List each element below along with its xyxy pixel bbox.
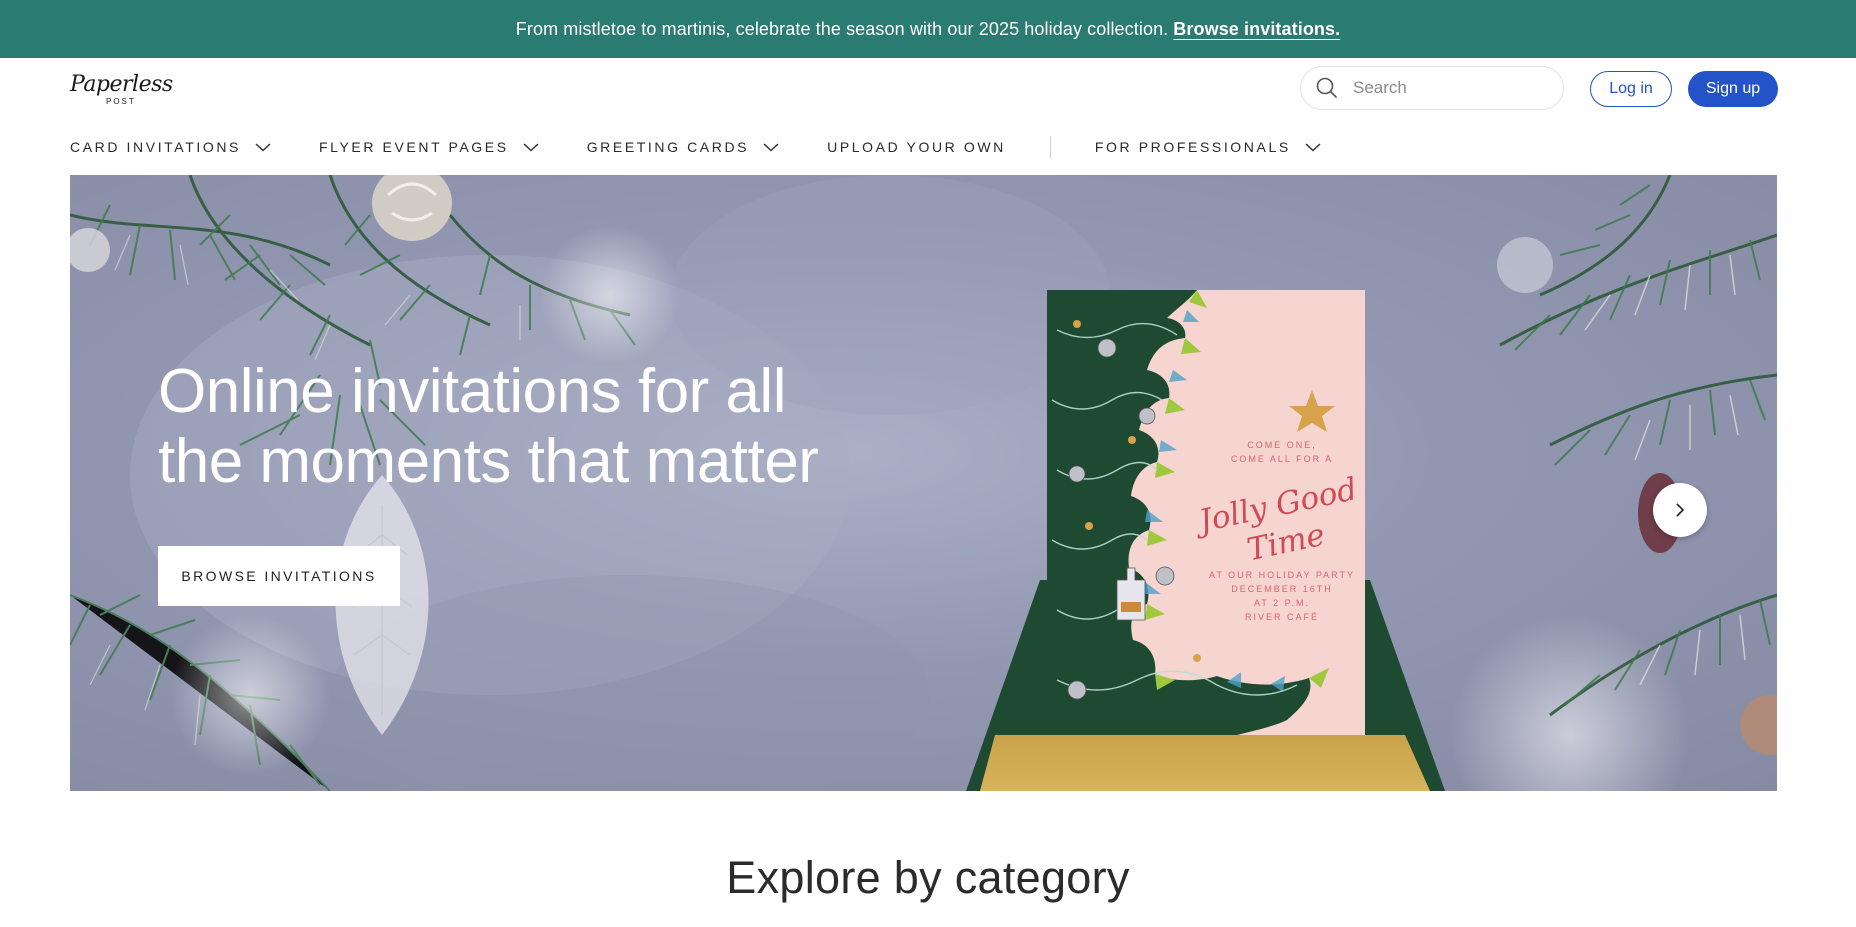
nav-flyer-event-pages[interactable]: FLYER EVENT PAGES	[319, 139, 539, 155]
signup-button[interactable]: Sign up	[1688, 71, 1778, 107]
search-bar[interactable]	[1300, 66, 1564, 110]
card-intro-line-1: COME ONE,	[1247, 440, 1317, 450]
chevron-down-icon	[523, 143, 539, 152]
chevron-down-icon	[763, 143, 779, 152]
carousel-next-button[interactable]	[1653, 483, 1707, 537]
hero-title: Online invitations for all the moments t…	[158, 357, 918, 497]
nav-label: FOR PROFESSIONALS	[1094, 139, 1291, 155]
chevron-down-icon	[1305, 143, 1321, 152]
main-navigation: CARD INVITATIONS FLYER EVENT PAGES GREET…	[70, 132, 1321, 162]
card-intro-text: COME ONE, COME ALL FOR A	[1197, 438, 1365, 466]
nav-greeting-cards[interactable]: GREETING CARDS	[587, 139, 779, 155]
hero-banner: Online invitations for all the moments t…	[70, 175, 1777, 791]
browse-invitations-button[interactable]: BROWSE INVITATIONS	[158, 546, 400, 606]
card-intro-line-2: COME ALL FOR A	[1230, 454, 1334, 464]
promo-banner: From mistletoe to martinis, celebrate th…	[0, 0, 1856, 58]
nav-for-professionals[interactable]: FOR PROFESSIONALS	[1095, 139, 1321, 155]
card-detail-line-1: AT OUR HOLIDAY PARTY	[1208, 570, 1356, 580]
search-icon	[1316, 77, 1337, 98]
promo-text: From mistletoe to martinis, celebrate th…	[515, 18, 1169, 39]
card-detail-line-3: AT 2 P.M.	[1253, 598, 1311, 608]
chevron-down-icon	[255, 143, 271, 152]
nav-label: CARD INVITATIONS	[70, 139, 241, 155]
logo-wordmark: Paperless	[70, 72, 173, 97]
card-detail-line-2: DECEMBER 16TH	[1231, 584, 1333, 594]
login-button[interactable]: Log in	[1590, 71, 1672, 107]
explore-by-category-heading: Explore by category	[726, 852, 1130, 903]
nav-label: UPLOAD YOUR OWN	[827, 139, 1006, 155]
paperless-post-logo[interactable]: Paperless POST	[70, 72, 180, 108]
search-input[interactable]	[1353, 78, 1533, 98]
chevron-right-icon	[1676, 503, 1685, 517]
hero-title-line-2: the moments that matter	[158, 427, 819, 496]
hero-title-line-1: Online invitations for all	[158, 357, 786, 426]
nav-upload-your-own[interactable]: UPLOAD YOUR OWN	[827, 139, 1006, 155]
nav-label: GREETING CARDS	[586, 139, 750, 155]
promo-browse-link[interactable]: Browse invitations.	[1173, 19, 1340, 40]
card-detail-line-4: RIVER CAFÉ	[1244, 612, 1319, 622]
featured-invitation-card[interactable]: COME ONE, COME ALL FOR A Jolly Good Time…	[1047, 290, 1365, 735]
nav-label: FLYER EVENT PAGES	[318, 139, 509, 155]
card-details-text: AT OUR HOLIDAY PARTY DECEMBER 16TH AT 2 …	[1197, 568, 1365, 624]
nav-divider	[1049, 136, 1051, 158]
logo-subtext: POST	[106, 97, 136, 106]
nav-card-invitations[interactable]: CARD INVITATIONS	[70, 139, 271, 155]
